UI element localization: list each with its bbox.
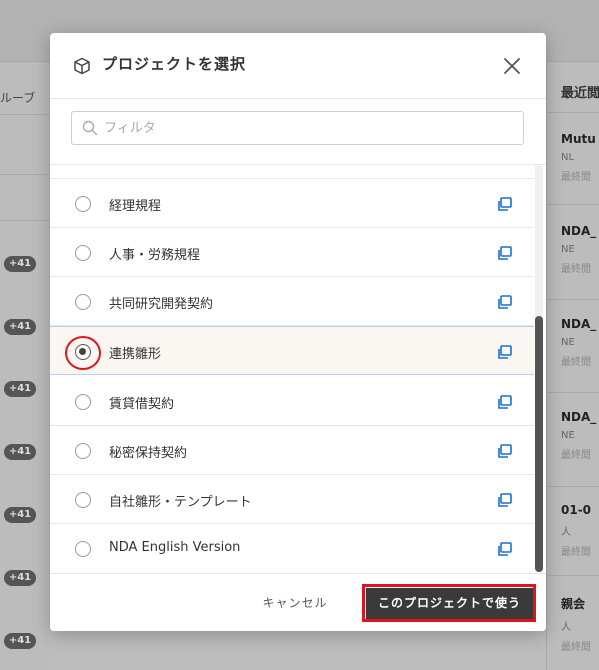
background-left-column: ルーブ +41 +41 +41 +41 +41 +41 +41 (0, 62, 50, 670)
project-list: 経理規程 人事・労務規程 共同研究開発契約 連携雛形 賃貸借契約 秘密保持契約 … (50, 164, 546, 573)
count-badge: +41 (4, 319, 36, 335)
count-badge: +41 (4, 256, 36, 272)
recent-card: NDA_ NE 最終閲 (561, 224, 597, 275)
radio-button[interactable] (75, 541, 91, 557)
project-label: 秘密保持契約 (109, 446, 188, 461)
list-scrollbar[interactable] (535, 166, 543, 572)
count-badge: +41 (4, 444, 36, 460)
project-label: 経理規程 (109, 199, 162, 214)
open-in-new-icon[interactable] (497, 443, 513, 459)
recent-card: NDA_ NE 最終閲 (561, 410, 597, 461)
recent-header: 最近閲 (561, 86, 599, 101)
recent-card: Mutu NL 最終閲 (561, 132, 596, 183)
select-project-dialog: プロジェクトを選択 経理規程 人事・労務規程 (50, 33, 546, 631)
count-badge: +41 (4, 381, 36, 397)
project-row[interactable]: 秘密保持契約 (50, 426, 534, 475)
highlight-ring (65, 336, 101, 370)
recent-card: 01-0 人 最終閲 (561, 503, 592, 558)
count-badge: +41 (4, 507, 36, 523)
cube-icon (74, 57, 90, 75)
project-label: NDA English Version (109, 540, 241, 555)
open-in-new-icon[interactable] (497, 492, 513, 508)
background-left-header: ルーブ (0, 91, 36, 105)
project-label: 連携雛形 (109, 347, 162, 362)
project-label: 自社雛形・テンプレート (109, 495, 252, 510)
project-row[interactable]: 賃貸借契約 (50, 377, 534, 426)
background-recent-panel: 最近閲 Mutu NL 最終閲 NDA_ NE 最終閲 NDA_ NE 最終閲 … (546, 62, 599, 670)
radio-button[interactable] (75, 492, 91, 508)
cancel-button[interactable]: キャンセル (250, 592, 340, 614)
open-in-new-icon[interactable] (497, 196, 513, 212)
open-in-new-icon[interactable] (497, 245, 513, 261)
project-label: 人事・労務規程 (109, 248, 201, 263)
recent-card: 親会 人 最終閲 (561, 597, 591, 653)
radio-button[interactable] (75, 294, 91, 310)
radio-button[interactable] (75, 443, 91, 459)
open-in-new-icon[interactable] (497, 294, 513, 310)
scrollbar-thumb[interactable] (535, 316, 543, 572)
list-item (50, 165, 534, 179)
close-icon[interactable] (500, 54, 524, 78)
open-in-new-icon[interactable] (497, 344, 513, 360)
project-row-selected[interactable]: 連携雛形 (50, 326, 534, 375)
count-badge: +41 (4, 570, 36, 586)
project-row[interactable]: 共同研究開発契約 (50, 277, 534, 326)
search-icon (82, 120, 98, 136)
project-row[interactable]: 経理規程 (50, 179, 534, 228)
radio-button[interactable] (75, 196, 91, 212)
project-row[interactable]: 人事・労務規程 (50, 228, 534, 277)
open-in-new-icon[interactable] (497, 394, 513, 410)
radio-button[interactable] (75, 245, 91, 261)
filter-input[interactable] (104, 112, 514, 144)
project-label: 賃貸借契約 (109, 397, 175, 412)
open-in-new-icon[interactable] (497, 541, 513, 557)
use-this-project-button[interactable]: このプロジェクトで使う (366, 588, 533, 619)
radio-button[interactable] (75, 394, 91, 410)
count-badge: +41 (4, 633, 36, 649)
dialog-title: プロジェクトを選択 (102, 55, 247, 73)
project-label: 共同研究開発契約 (109, 297, 214, 312)
dialog-header: プロジェクトを選択 (50, 33, 546, 99)
recent-card: NDA_ NE 最終閲 (561, 317, 597, 368)
project-row[interactable]: NDA English Version (50, 524, 534, 573)
filter-field[interactable] (71, 111, 524, 145)
project-row[interactable]: 自社雛形・テンプレート (50, 475, 534, 524)
dialog-footer: キャンセル このプロジェクトで使う (50, 573, 546, 631)
